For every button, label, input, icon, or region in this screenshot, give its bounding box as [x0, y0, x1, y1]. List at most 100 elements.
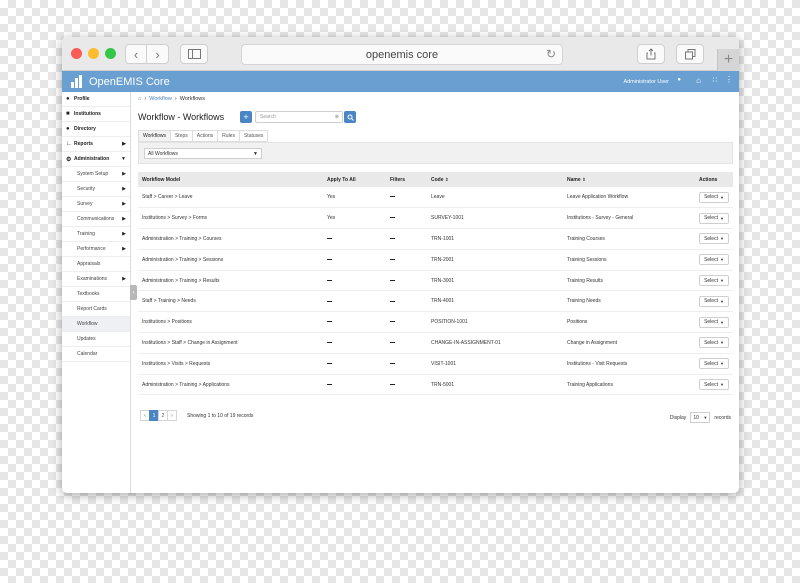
home-icon[interactable]: ⌂ [696, 76, 701, 85]
openemis-logo-icon [71, 75, 83, 88]
caret-down-icon: ▼ [719, 361, 724, 367]
cell-code: SURVEY-1001 [427, 207, 563, 230]
row-select-label: Select [704, 319, 718, 326]
sidebar-subitem-examinations[interactable]: Examinations ▶ [62, 272, 130, 287]
sidebar-subitem-survey[interactable]: Survey ▶ [62, 197, 130, 212]
cell-actions: Select ▼ [695, 332, 733, 354]
row-select-button[interactable]: Select ▼ [699, 316, 729, 328]
workflow-filter-select[interactable]: All Workflows ▼ [144, 148, 262, 159]
cell-actions: Select ▼ [695, 187, 733, 209]
sidebar-collapse-handle[interactable]: ‹ [130, 285, 137, 300]
back-button[interactable]: ‹ [125, 44, 147, 64]
tabs-button[interactable] [676, 44, 704, 64]
row-select-button[interactable]: Select ▼ [699, 233, 729, 245]
cell-filters [386, 353, 427, 375]
cell-workflow-model: Administration > Training > Courses [138, 228, 323, 250]
sidebar-subitem-label: Communications [77, 216, 115, 222]
cell-filters [386, 374, 427, 396]
row-select-button[interactable]: Select ▼ [699, 191, 729, 203]
sidebar-item-institutions[interactable]: ■ Institutions [62, 107, 130, 122]
cell-workflow-model: Institutions > Survey > Forms [138, 207, 323, 230]
sidebar-subitem-training[interactable]: Training ▶ [62, 227, 130, 242]
sidebar-icon [187, 49, 201, 59]
column-header-code[interactable]: Code ⇕ [427, 172, 563, 187]
sidebar-item-profile[interactable]: ● Profile [62, 92, 130, 107]
column-header-apply-to-all: Apply To All [323, 172, 386, 187]
breadcrumb-workflow-link[interactable]: Workflow [149, 96, 172, 102]
sidebar-subitem-performance[interactable]: Performance ▶ [62, 242, 130, 257]
sidebar-item-reports[interactable]: ∟ Reports ▶ [62, 137, 130, 152]
table-row: Administration > Training > Results TRN-3… [138, 270, 733, 292]
sidebar-item-label: Administration [74, 156, 110, 162]
row-select-button[interactable]: Select ▼ [699, 358, 729, 370]
row-select-button[interactable]: Select ▼ [699, 275, 729, 287]
table-header-row: Workflow Model Apply To All Filters Code… [138, 172, 733, 187]
sidebar-subitem-updates[interactable]: Updates [62, 332, 130, 347]
close-window-button[interactable] [71, 48, 82, 59]
row-select-button[interactable]: Select ▼ [699, 212, 729, 224]
browser-toolbar: ‹ › openemis core ↻ + [62, 37, 739, 71]
tab-steps[interactable]: Steps [169, 130, 192, 142]
row-select-button[interactable]: Select ▼ [699, 254, 729, 266]
tab-actions[interactable]: Actions [191, 130, 218, 142]
cell-name: Change in Assignment [563, 332, 695, 354]
add-button[interactable]: + [240, 111, 252, 123]
sidebar-item-directory[interactable]: ● Directory [62, 122, 130, 137]
apps-grid-icon[interactable]: ∷ [713, 76, 717, 84]
table-row: Staff > Career > Leave Yes Leave Leave Appl… [138, 187, 733, 209]
share-button[interactable] [637, 44, 665, 64]
sidebar-subitem-calendar[interactable]: Calendar [62, 347, 130, 362]
search-input[interactable]: Search ⊗ [255, 111, 343, 123]
cell-actions: Select ▼ [695, 374, 733, 396]
sidebar-subitem-security[interactable]: Security ▶ [62, 182, 130, 197]
column-header-name[interactable]: Name ⇕ [563, 172, 695, 187]
maximize-window-button[interactable] [105, 48, 116, 59]
sidebar-subitem-workflow[interactable]: Workflow [62, 317, 130, 332]
tab-statuses[interactable]: Statuses [238, 130, 269, 142]
url-bar[interactable]: openemis core ↻ [241, 44, 563, 65]
cell-apply-to-all [323, 353, 386, 375]
sidebar-subitem-label: Training [77, 231, 95, 237]
user-name[interactable]: Administrator User [623, 79, 669, 85]
row-select-button[interactable]: Select ▼ [699, 295, 729, 307]
pagination: ‹ 1 2 › Showing 1 to 10 of 19 records [140, 410, 253, 421]
sidebar-subitem-system-setup[interactable]: System Setup ▶ [62, 167, 130, 182]
pagination-info: Showing 1 to 10 of 19 records [187, 412, 254, 419]
sidebar: ● Profile ■ Institutions ● Directory ∟ R… [62, 92, 131, 493]
new-tab-button[interactable]: + [717, 49, 739, 71]
sidebar-subitem-appraisals[interactable]: Appraisals [62, 257, 130, 272]
row-select-button[interactable]: Select ▼ [699, 337, 729, 349]
cell-code: VISIT-1001 [427, 353, 563, 375]
tab-workflows[interactable]: Workflows [138, 130, 170, 142]
home-icon[interactable]: ⌂ [138, 96, 141, 102]
app-body: ● Profile ■ Institutions ● Directory ∟ R… [62, 92, 739, 493]
sidebar-subitem-label: System Setup [77, 171, 109, 177]
clear-search-icon[interactable]: ⊗ [335, 114, 339, 120]
tab-rules[interactable]: Rules [217, 130, 239, 142]
sidebar-item-administration[interactable]: ⚙ Administration ▼ [62, 152, 130, 167]
sidebar-subitem-label: Calendar [77, 351, 98, 357]
sidebar-subitem-communications[interactable]: Communications ▶ [62, 212, 130, 227]
user-icon[interactable]: ● [677, 77, 681, 83]
cell-apply-to-all [323, 332, 386, 354]
sidebar-subitem-report-cards[interactable]: Report Cards [62, 302, 130, 317]
search-icon [347, 114, 354, 121]
search-button[interactable] [344, 111, 356, 123]
cell-apply-to-all [323, 374, 386, 396]
table-row: Institutions > Survey > Forms Yes SURVEY-1… [138, 207, 733, 230]
forward-button[interactable]: › [147, 44, 169, 64]
cell-filters [386, 270, 427, 292]
table-row: Administration > Training > Applications… [138, 374, 733, 396]
records-per-page-select[interactable]: 10 ▼ [690, 412, 711, 423]
cell-apply-to-all [323, 228, 386, 250]
row-select-button[interactable]: Select ▼ [699, 379, 729, 391]
sidebar-subitem-label: Examinations [77, 276, 108, 282]
next-page-button[interactable]: › [167, 410, 177, 421]
reload-icon[interactable]: ↻ [546, 47, 556, 61]
sidebar-toggle-button[interactable] [180, 44, 208, 64]
breadcrumb-current: Workflows [179, 96, 206, 102]
more-vertical-icon[interactable]: ⋮ [725, 75, 733, 84]
minimize-window-button[interactable] [88, 48, 99, 59]
sidebar-subitem-textbooks[interactable]: Textbooks [62, 287, 130, 302]
table-row: Staff > Training > Needs TRN-4001 Training… [138, 290, 733, 313]
